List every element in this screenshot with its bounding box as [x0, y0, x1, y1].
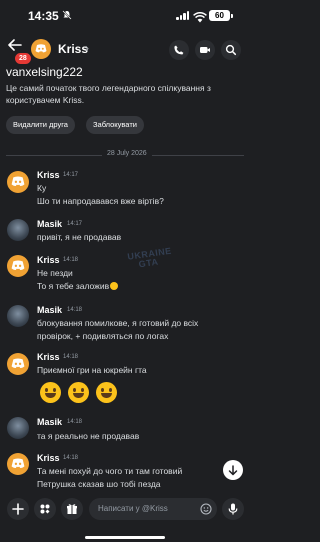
- message-timestamp: 14:18: [67, 419, 83, 425]
- message-author[interactable]: Masik: [37, 219, 62, 229]
- message-author[interactable]: Kriss: [37, 255, 60, 265]
- arrow-down-icon: [228, 464, 238, 475]
- message-text: Ку: [37, 183, 47, 193]
- bell-off-icon: [62, 10, 72, 23]
- message-text: То я тебе заложив: [37, 281, 119, 291]
- wifi-icon: [193, 10, 207, 23]
- watermark-logo: UKRAINE GTA: [127, 246, 172, 270]
- search-icon: [225, 44, 237, 56]
- voice-message-button[interactable]: [222, 498, 244, 520]
- avatar[interactable]: [7, 305, 29, 327]
- apps-icon: [40, 504, 50, 514]
- avatar[interactable]: [7, 417, 29, 439]
- avatar[interactable]: [7, 353, 29, 375]
- search-button[interactable]: [221, 40, 241, 60]
- message-author[interactable]: Masik: [37, 417, 62, 427]
- message-input-placeholder: Написати у @Kriss: [98, 504, 168, 513]
- date-divider: 28 July 2026: [6, 150, 244, 160]
- block-button[interactable]: Заблокувати: [86, 116, 144, 134]
- message-text: Шо ти напродавався вже віртів?: [37, 196, 164, 206]
- message-text: Та мені похуй до чого ти там готовий: [37, 466, 183, 476]
- message-author[interactable]: Masik: [37, 305, 62, 315]
- message-author[interactable]: Kriss: [37, 453, 60, 463]
- voice-call-button[interactable]: [169, 40, 189, 60]
- status-time: 14:35: [28, 9, 59, 23]
- message-timestamp: 14:17: [67, 221, 83, 227]
- phone-icon: [174, 45, 184, 55]
- user-avatar[interactable]: [31, 39, 51, 59]
- chat-header: 28 Kriss ›: [0, 32, 250, 66]
- intro-line: Це самий початок твого легендарного спіл…: [6, 83, 211, 93]
- message-text: Петрушка сказав шо тобі пезда: [37, 479, 161, 489]
- message-timestamp: 14:18: [63, 455, 79, 461]
- message-text: привіт, я не продавав: [37, 232, 122, 242]
- grin-emoji-icon[interactable]: [68, 382, 89, 403]
- scroll-to-bottom-button[interactable]: [223, 460, 243, 480]
- profile-username: vanxelsing222: [6, 65, 83, 79]
- battery-indicator: 60: [209, 10, 233, 21]
- message-composer: Написати у @Kriss: [0, 494, 250, 542]
- conversation-intro: Це самий початок твого легендарного спіл…: [6, 82, 242, 106]
- avatar[interactable]: [7, 219, 29, 241]
- message-text: Приємної гри на юкрейн гта: [37, 365, 147, 375]
- message-input[interactable]: Написати у @Kriss: [89, 498, 217, 520]
- grin-emoji-icon[interactable]: [96, 382, 117, 403]
- attach-button[interactable]: [7, 498, 29, 520]
- gift-icon: [67, 504, 77, 514]
- unread-count-badge: 28: [14, 52, 32, 65]
- smirk-emoji-icon: [110, 282, 119, 290]
- message-timestamp: 14:18: [63, 354, 79, 360]
- message-text: Не пезди: [37, 268, 73, 278]
- message-timestamp: 14:18: [67, 307, 83, 313]
- video-icon: [200, 47, 210, 53]
- cellular-signal-icon: [176, 11, 190, 20]
- emoji-picker-icon[interactable]: [200, 503, 212, 515]
- message-timestamp: 14:18: [63, 257, 79, 263]
- avatar[interactable]: [7, 453, 29, 475]
- video-call-button[interactable]: [195, 40, 215, 60]
- message-text: провірок, + подивляться по логах: [37, 331, 169, 341]
- remove-friend-button[interactable]: Видалити друга: [6, 116, 75, 134]
- gift-button[interactable]: [61, 498, 83, 520]
- apps-button[interactable]: [34, 498, 56, 520]
- message-author[interactable]: Kriss: [37, 352, 60, 362]
- grin-emoji-icon[interactable]: [40, 382, 61, 403]
- message-text: блокування помилкове, я готовий до всіх: [37, 318, 199, 328]
- message-text-content: То я тебе заложив: [37, 281, 110, 291]
- chevron-right-icon[interactable]: ›: [85, 41, 89, 55]
- message-author[interactable]: Kriss: [37, 170, 60, 180]
- microphone-icon: [228, 503, 238, 515]
- chat-title[interactable]: Kriss: [58, 42, 88, 56]
- message-timestamp: 14:17: [63, 172, 79, 178]
- avatar[interactable]: [7, 171, 29, 193]
- plus-icon: [12, 503, 24, 515]
- divider-date: 28 July 2026: [102, 150, 152, 157]
- intro-line: користувачем Kriss.: [6, 95, 85, 105]
- home-indicator: [85, 536, 165, 539]
- message-text: та я реально не продавав: [37, 431, 140, 441]
- status-bar: 14:35 60: [0, 0, 250, 30]
- avatar[interactable]: [7, 255, 29, 277]
